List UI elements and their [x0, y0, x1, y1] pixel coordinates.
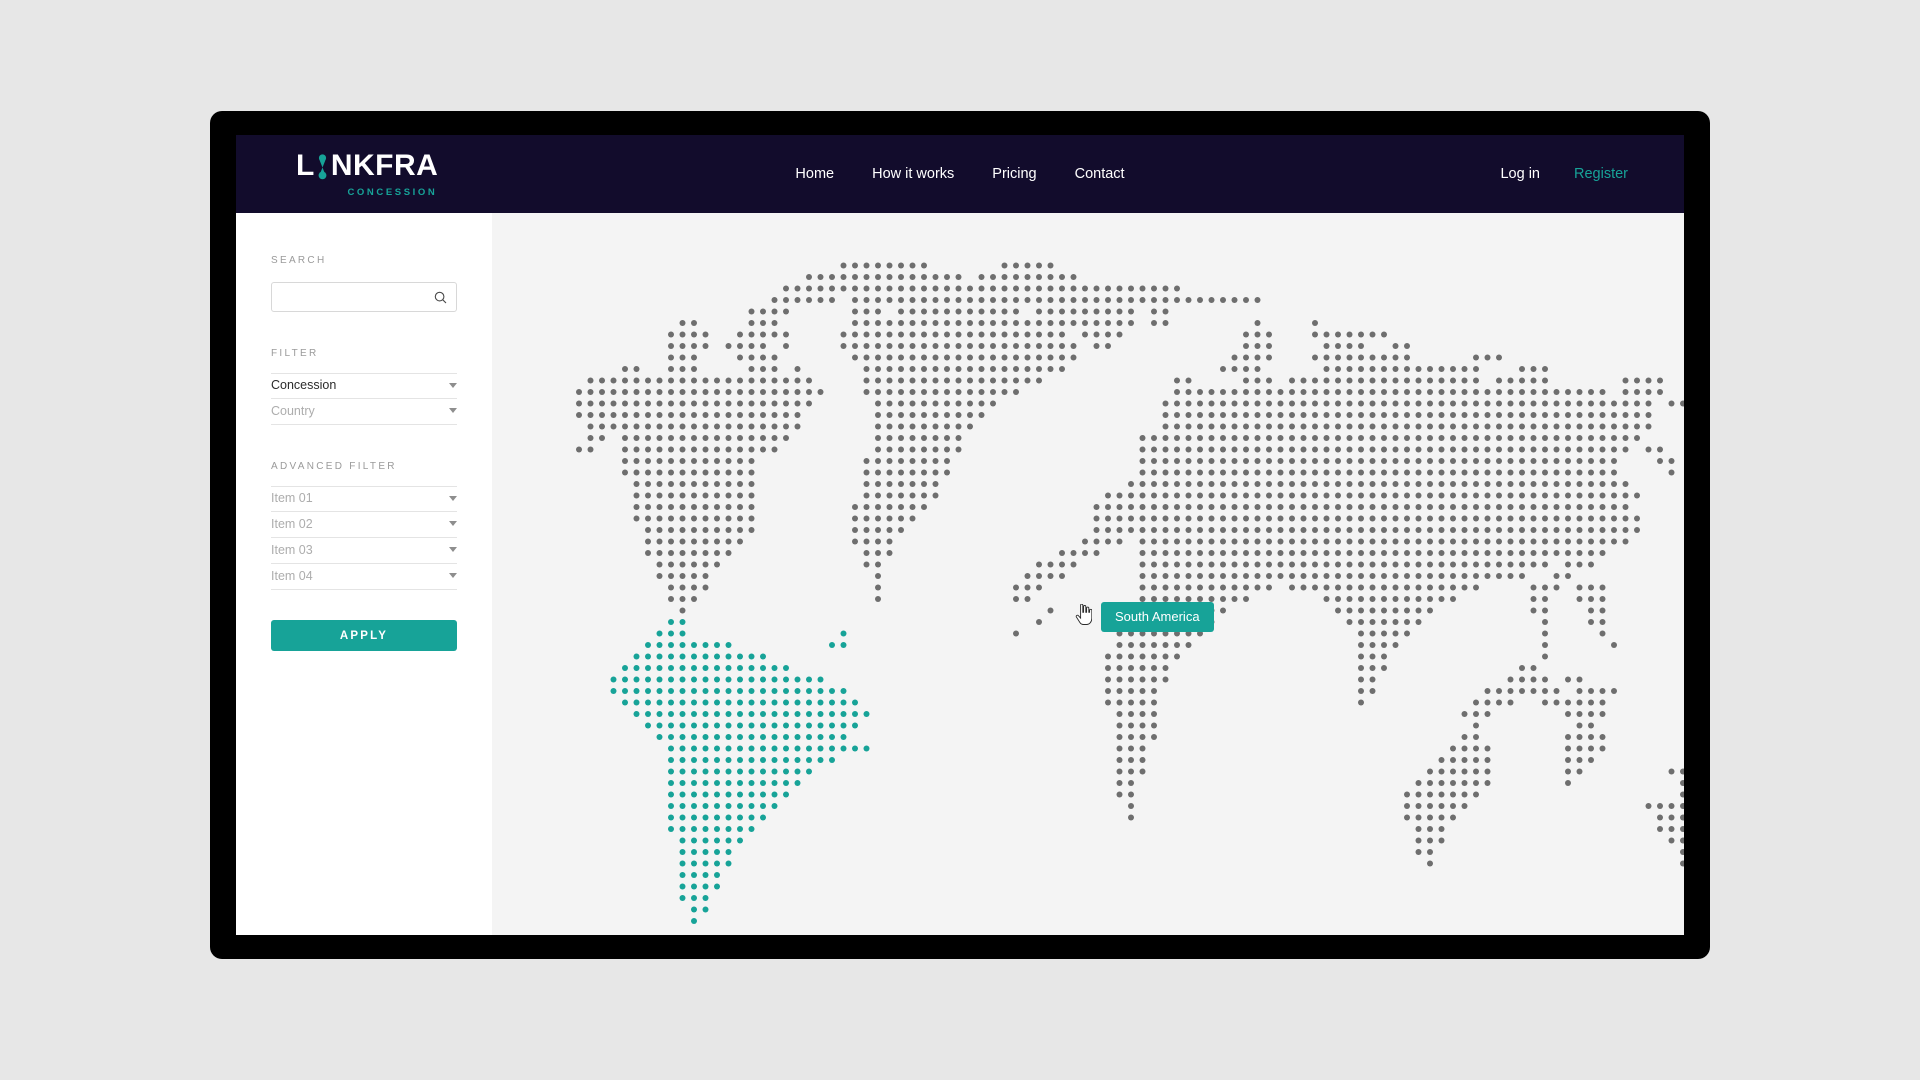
brand-wordmark: L NKFRA [296, 148, 439, 182]
brand-subtitle: CONCESSION [347, 186, 438, 198]
world-map-panel[interactable]: South America [492, 213, 1684, 935]
filter-sidebar: SEARCH FILTER Concession Country ADVANCE… [236, 213, 492, 935]
chevron-down-icon [449, 521, 457, 526]
advanced-select-item-01-value: Item 01 [271, 491, 313, 505]
dotted-world-map[interactable] [492, 213, 1684, 935]
chevron-down-icon [449, 495, 457, 501]
nav-item-pricing[interactable]: Pricing [992, 166, 1036, 182]
search-input[interactable] [282, 290, 434, 304]
chevron-down-icon [449, 547, 457, 552]
top-navigation-bar: L NKFRA CONCESSION Home How it works Pri… [236, 135, 1684, 213]
advanced-select-item-04[interactable]: Item 04 [271, 564, 457, 590]
filter-select-concession-value: Concession [271, 378, 337, 392]
map-region-tooltip-label: South America [1115, 609, 1200, 624]
chevron-down-icon [449, 408, 457, 413]
nav-item-contact[interactable]: Contact [1075, 166, 1125, 182]
advanced-select-item-02-value: Item 02 [271, 516, 313, 531]
filter-section: FILTER Concession Country [271, 348, 457, 425]
nav-item-how-it-works[interactable]: How it works [872, 166, 954, 182]
advanced-filter-section: ADVANCED FILTER Item 01 Item 02 Item 03 [271, 461, 457, 651]
login-link[interactable]: Log in [1500, 166, 1540, 182]
search-icon[interactable] [434, 291, 447, 304]
advanced-select-item-01[interactable]: Item 01 [271, 486, 457, 512]
advanced-filter-list: Item 01 Item 02 Item 03 Item 04 [271, 486, 457, 590]
advanced-select-item-02[interactable]: Item 02 [271, 512, 457, 538]
advanced-select-item-03-value: Item 03 [271, 542, 313, 557]
brand-logo[interactable]: L NKFRA CONCESSION [296, 148, 439, 198]
brand-name-right: NKFRA [330, 148, 439, 182]
filter-select-country[interactable]: Country [271, 399, 457, 425]
auth-nav: Log in Register [1500, 166, 1628, 182]
search-section-label: SEARCH [271, 255, 327, 266]
nav-item-home[interactable]: Home [795, 166, 834, 182]
advanced-select-item-04-value: Item 04 [271, 568, 313, 583]
filter-list: Concession Country [271, 373, 457, 425]
register-link[interactable]: Register [1574, 166, 1628, 182]
filter-select-concession[interactable]: Concession [271, 373, 457, 399]
chevron-down-icon [449, 382, 457, 388]
search-box[interactable] [271, 282, 457, 312]
filter-select-country-value: Country [271, 403, 315, 418]
advanced-filter-section-label: ADVANCED FILTER [271, 461, 397, 472]
map-region-tooltip: South America [1101, 602, 1214, 632]
filter-section-label: FILTER [271, 348, 319, 359]
main-nav: Home How it works Pricing Contact [795, 166, 1124, 182]
hourglass-node-icon [317, 154, 328, 180]
browser-screen: L NKFRA CONCESSION Home How it works Pri… [236, 135, 1684, 935]
apply-button[interactable]: APPLY [271, 620, 457, 651]
device-frame: L NKFRA CONCESSION Home How it works Pri… [210, 111, 1710, 959]
advanced-select-item-03[interactable]: Item 03 [271, 538, 457, 564]
chevron-down-icon [449, 573, 457, 578]
body-area: SEARCH FILTER Concession Country ADVANCE… [236, 213, 1684, 935]
search-section: SEARCH [271, 255, 457, 312]
brand-name-left: L [296, 148, 315, 182]
